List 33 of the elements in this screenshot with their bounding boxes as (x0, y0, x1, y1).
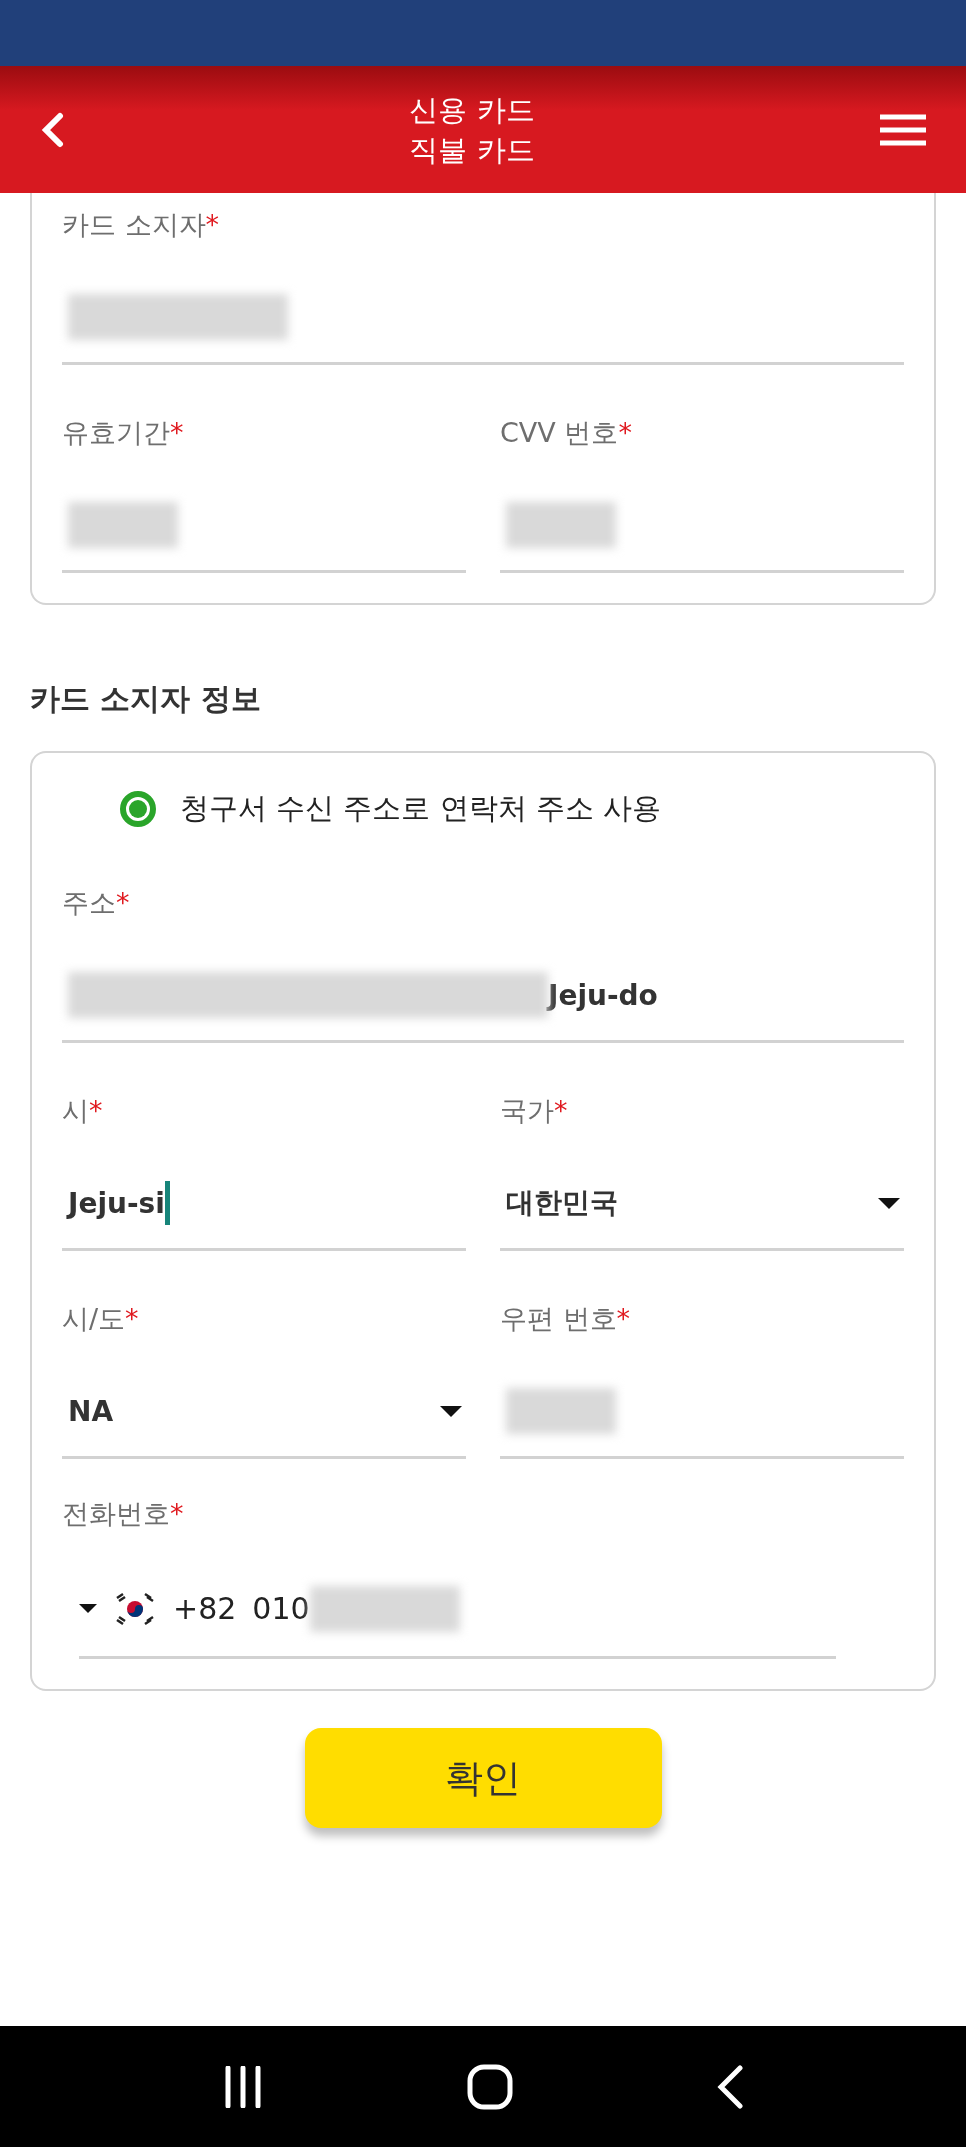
select-field[interactable]: NA (62, 1366, 466, 1459)
field-label: 주소* (62, 886, 130, 920)
field-label: 시/도* (62, 1302, 139, 1336)
select-field[interactable]: 대한민국 (500, 1158, 904, 1251)
header-title: 직불 카드 (409, 131, 535, 169)
back-button[interactable] (40, 111, 64, 148)
field-value: 대한민국 (506, 1185, 618, 1221)
input-field[interactable]: Jeju-si (62, 1158, 466, 1251)
section-title: 카드 소지자 정보 (30, 680, 262, 718)
field-label: 전화번호* (62, 1497, 184, 1531)
field-label: 유효기간* (62, 416, 184, 450)
field-label: CVV 번호* (500, 416, 632, 450)
field-value: NA (68, 1394, 114, 1428)
field-value: Jeju-si (68, 1186, 165, 1220)
home-icon[interactable] (467, 2063, 513, 2110)
menu-button[interactable] (880, 113, 926, 146)
field-label: 시* (62, 1094, 103, 1128)
back-icon[interactable] (716, 2064, 745, 2109)
field-label: 우편 번호* (500, 1302, 631, 1336)
phone-number: 010 (252, 1591, 310, 1626)
field-label: 국가* (500, 1094, 568, 1128)
phone-field[interactable]: +82 010 (79, 1561, 836, 1659)
radio-button[interactable] (120, 791, 156, 827)
radio-label: 청구서 수신 주소로 연락처 주소 사용 (180, 790, 662, 827)
field-label: 카드 소지자* (62, 208, 220, 242)
header-title: 신용 카드 (409, 91, 535, 129)
caret-icon (79, 1604, 97, 1613)
field-value: Jeju-do (548, 978, 658, 1012)
caret-icon (878, 1197, 900, 1209)
caret-icon (440, 1405, 462, 1417)
confirm-button[interactable]: 확인 (304, 1728, 662, 1828)
country-code: +82 (173, 1591, 237, 1626)
input-field[interactable]: Jeju-do (62, 950, 904, 1043)
